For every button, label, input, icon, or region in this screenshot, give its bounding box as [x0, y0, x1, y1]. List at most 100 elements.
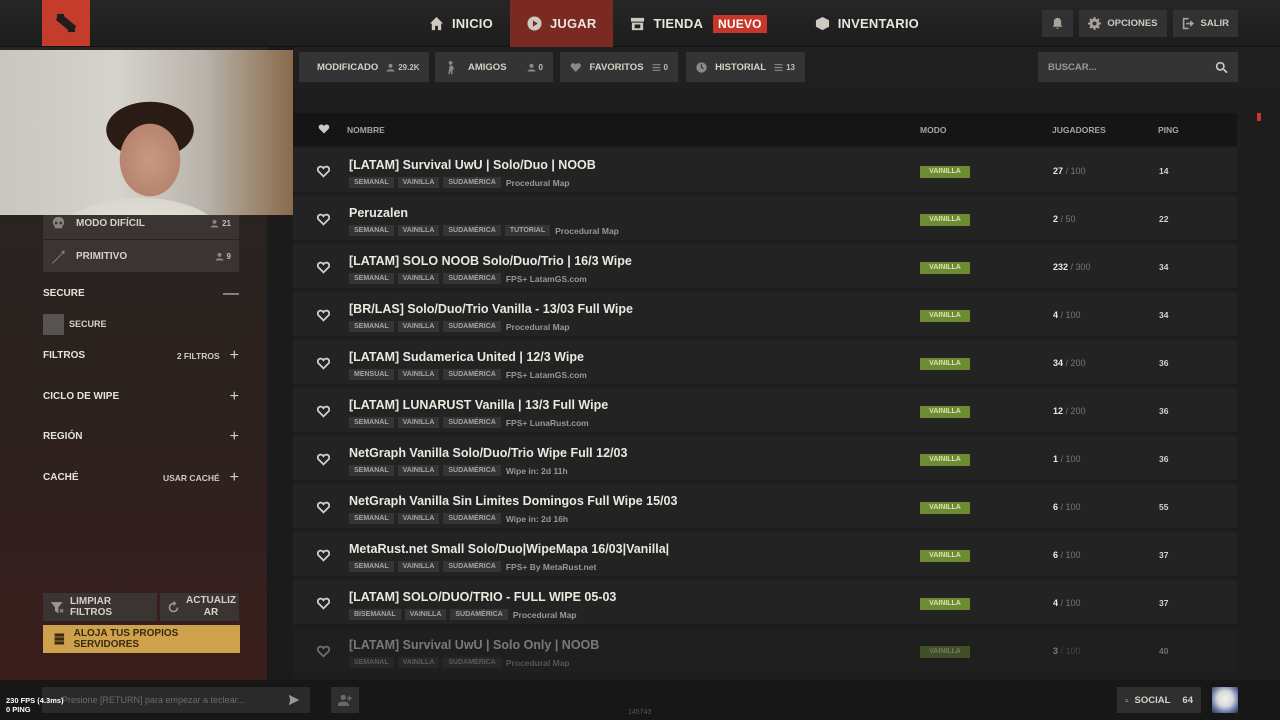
search-input[interactable]: BUSCAR... — [1038, 52, 1238, 82]
tab-historial[interactable]: HISTORIAL 13 — [686, 52, 805, 82]
player-count-separator: / — [1063, 406, 1071, 416]
player-count: 6 / 100 — [1053, 550, 1081, 560]
refresh-button[interactable]: ACTUALIZ AR — [160, 593, 239, 621]
server-tags: SEMANAL VAINILLA SUDAMÉRICA FPS+ LatamGS.co… — [349, 273, 587, 284]
bottom-bar: Presione [RETURN] para empezar a teclear… — [0, 680, 1280, 720]
send-icon[interactable] — [288, 694, 300, 706]
player-count: 34 / 200 — [1053, 358, 1086, 368]
player-count-max: 200 — [1070, 406, 1086, 416]
expand-icon[interactable]: + — [230, 428, 239, 444]
favorite-heart-icon[interactable] — [317, 165, 330, 178]
player-count: 4 / 100 — [1053, 310, 1081, 320]
table-row[interactable]: [BR/LAS] Solo/Duo/Trio Vanilla - 13/03 F… — [293, 292, 1237, 338]
favorite-heart-icon[interactable] — [317, 453, 330, 466]
table-row[interactable]: [LATAM] Survival UwU | Solo/Duo | NOOB SE… — [293, 148, 1237, 194]
favorite-heart-icon[interactable] — [317, 309, 330, 322]
nav-inventario[interactable]: INVENTARIO — [798, 0, 936, 47]
refresh-icon — [168, 600, 179, 612]
favorite-heart-icon[interactable] — [317, 261, 330, 274]
exit-label: SALIR — [1200, 18, 1230, 29]
clear-filters-button[interactable]: LIMPIAR FILTROS — [43, 593, 157, 621]
chat-input[interactable]: Presione [RETURN] para empezar a teclear… — [42, 687, 310, 713]
expand-icon[interactable]: + — [230, 469, 239, 485]
server-tag: SUDAMÉRICA — [443, 321, 501, 332]
favorite-heart-icon[interactable] — [317, 357, 330, 370]
friends-icon — [448, 60, 455, 74]
server-ping: 55 — [1159, 502, 1169, 512]
expand-icon[interactable]: + — [230, 388, 239, 404]
header-name[interactable]: NOMBRE — [347, 125, 385, 135]
table-row[interactable]: [LATAM] SOLO NOOB Solo/Duo/Trio | 16/3 W… — [293, 244, 1237, 290]
exit-button[interactable]: SALIR — [1172, 10, 1238, 37]
server-ping: 37 — [1159, 598, 1169, 608]
scrollbar[interactable] — [1257, 113, 1261, 121]
player-count-separator: / — [1058, 550, 1066, 560]
table-row[interactable]: MetaRust.net Small Solo/Duo|WipeMapa 16/… — [293, 532, 1237, 578]
mode-filter-primitive[interactable]: PRIMITIVO 9 — [43, 240, 239, 272]
nav-tienda[interactable]: TIENDA NUEVO — [613, 0, 783, 47]
server-tags: SEMANAL VAINILLA SUDAMÉRICA Wipe in: 2d 16h — [349, 513, 568, 524]
server-name: NetGraph Vanilla Sin Limites Domingos Fu… — [349, 494, 678, 508]
table-row[interactable]: [LATAM] Sudamerica United | 12/3 Wipe MEN… — [293, 340, 1237, 386]
header-mode[interactable]: MODO — [920, 125, 946, 135]
mode-badge: VAINILLA — [920, 550, 970, 562]
server-name: [LATAM] SOLO NOOB Solo/Duo/Trio | 16/3 W… — [349, 254, 632, 268]
server-tags: SEMANAL VAINILLA SUDAMÉRICA Wipe in: 2d 11h — [349, 465, 568, 476]
add-friend-button[interactable] — [331, 687, 359, 713]
player-count: 6 / 100 — [1053, 502, 1081, 512]
favorite-heart-icon[interactable] — [317, 501, 330, 514]
expand-icon[interactable]: + — [230, 347, 239, 363]
host-servers-button[interactable]: ALOJA TUS PROPIOS SERVIDORES — [43, 625, 240, 653]
tab-historial-count-value: 13 — [786, 62, 795, 72]
table-row[interactable]: [LATAM] SOLO/DUO/TRIO - FULL WIPE 05-03 B… — [293, 580, 1237, 626]
notifications-button[interactable] — [1042, 10, 1074, 37]
region-section-header[interactable]: REGIÓN + — [43, 428, 239, 444]
filtros-count: 2 FILTROS — [176, 350, 220, 361]
nav-inicio[interactable]: INICIO — [412, 0, 510, 47]
table-row[interactable]: NetGraph Vanilla Sin Limites Domingos Fu… — [293, 484, 1237, 530]
secure-section-header[interactable]: SECURE — — [43, 285, 239, 301]
header-players[interactable]: JUGADORES — [1052, 125, 1106, 135]
player-count-max: 50 — [1065, 214, 1076, 224]
player-count-separator: / — [1058, 646, 1066, 656]
tab-amigos[interactable]: AMIGOS 0 — [435, 52, 553, 82]
heart-icon[interactable] — [318, 123, 330, 135]
social-button[interactable]: SOCIAL 64 — [1117, 687, 1201, 713]
player-count-max: 100 — [1065, 502, 1081, 512]
options-button[interactable]: OPCIONES — [1079, 10, 1167, 37]
table-row[interactable]: NetGraph Vanilla Solo/Duo/Trio Wipe Full… — [293, 436, 1237, 482]
server-ping: 40 — [1159, 646, 1169, 656]
cache-section-header[interactable]: CACHÉ USAR CACHÉ + — [43, 469, 239, 485]
search-icon[interactable] — [1215, 61, 1228, 74]
tab-favoritos[interactable]: FAVORITOS 0 — [560, 52, 678, 82]
rust-logo[interactable] — [42, 0, 90, 46]
filtros-section-header[interactable]: FILTROS 2 FILTROS + — [43, 347, 239, 363]
server-ping: 14 — [1159, 166, 1169, 176]
header-ping[interactable]: PING — [1158, 125, 1179, 135]
fps-value: 230 FPS (4.3ms) — [6, 696, 64, 705]
table-row[interactable]: [LATAM] LUNARUST Vanilla | 13/3 Full Wip… — [293, 388, 1237, 434]
table-row[interactable]: Peruzalen SEMANAL VAINILLA SUDAMÉRICA TUTORI… — [293, 196, 1237, 242]
favorite-heart-icon[interactable] — [317, 213, 330, 226]
server-tag: TUTORIAL — [504, 225, 551, 236]
server-tag: SUDAMÉRICA — [443, 417, 501, 428]
server-tags: SEMANAL VAINILLA SUDAMÉRICA Procedural Map — [349, 321, 570, 332]
secure-checkbox[interactable] — [43, 314, 64, 335]
collapse-icon[interactable]: — — [223, 285, 239, 301]
server-tags: SEMANAL VAINILLA SUDAMÉRICA FPS+ By MetaRus… — [349, 561, 596, 572]
avatar[interactable] — [1212, 687, 1238, 713]
favorite-heart-icon[interactable] — [317, 405, 330, 418]
favorite-heart-icon[interactable] — [317, 645, 330, 658]
favorite-heart-icon[interactable] — [317, 549, 330, 562]
player-count: 232 / 300 — [1053, 262, 1091, 272]
play-icon — [527, 16, 542, 31]
player-count-max: 100 — [1065, 598, 1081, 608]
player-count-separator: / — [1058, 214, 1066, 224]
favorite-heart-icon[interactable] — [317, 597, 330, 610]
server-tag: SEMANAL — [349, 657, 394, 668]
nav-jugar[interactable]: JUGAR — [509, 0, 614, 47]
server-name: [LATAM] Survival UwU | Solo/Duo | NOOB — [349, 158, 596, 172]
wipe-cycle-section-header[interactable]: CICLO DE WIPE + — [43, 388, 239, 404]
table-row[interactable]: [LATAM] Survival UwU | Solo Only | NOOB S… — [293, 628, 1237, 674]
tab-modificado[interactable]: MODIFICADO 29.2K — [299, 52, 429, 82]
